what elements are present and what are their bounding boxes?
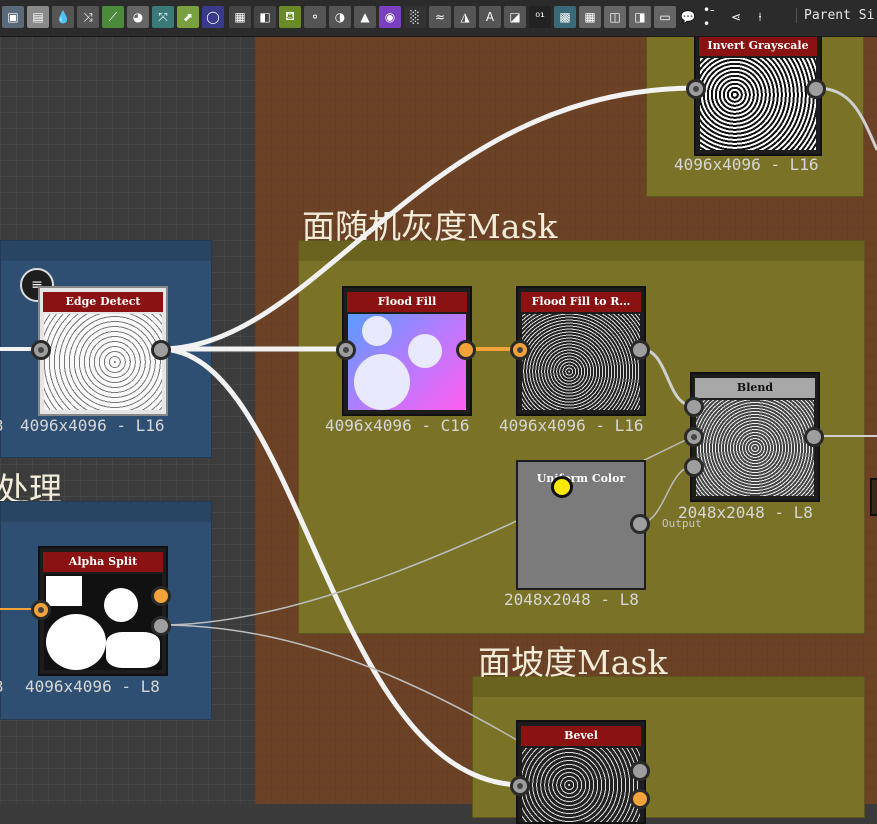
gradient-icon[interactable]: ⬈ (177, 6, 199, 28)
node-resolution: 3 (0, 677, 4, 696)
frame-title-slope: 面坡度Mask (478, 643, 668, 682)
collapsed-node-edge[interactable] (870, 478, 877, 516)
port-edge-input[interactable] (31, 340, 51, 360)
port-uniform-output[interactable] (630, 514, 650, 534)
port-flood-output[interactable] (456, 340, 476, 360)
share-icon[interactable]: ⋖ (727, 7, 745, 27)
node-thumbnail (522, 314, 640, 410)
port-invert-output[interactable] (806, 79, 826, 99)
contrast-icon[interactable]: ◑ (329, 6, 351, 28)
color-wheel-icon[interactable]: ◉ (379, 6, 401, 28)
frame-icon[interactable]: ◫ (604, 6, 626, 28)
comment-icon[interactable]: 💬 (679, 7, 697, 27)
circle-icon[interactable]: ◯ (202, 6, 224, 28)
output-label: Output (662, 517, 702, 530)
frame-title-random-gray: 面随机灰度Mask (302, 207, 558, 246)
node-invert-grayscale[interactable]: Invert Grayscale (694, 30, 822, 156)
window-icon[interactable]: ▭ (654, 6, 676, 28)
node-thumbnail (700, 58, 816, 150)
port-blend-opacity[interactable] (684, 457, 704, 477)
port-bevel-output-normal[interactable] (630, 789, 650, 809)
node-resolution: 2048x2048 - L8 (504, 590, 639, 609)
node-thumbnail (348, 314, 466, 410)
node-thumbnail (522, 748, 640, 822)
node-resolution: 4096x4096 - L16 (674, 155, 819, 174)
port-alpha-output-rgb[interactable] (151, 586, 171, 606)
node-blend[interactable]: Blend (690, 372, 820, 502)
dot-icon[interactable]: •-• (703, 3, 721, 31)
fill-icon[interactable]: ◪ (504, 6, 526, 28)
port-edge-output[interactable] (151, 340, 171, 360)
node-resolution: 4096x4096 - L8 (25, 677, 160, 696)
node-bevel[interactable]: Bevel (516, 720, 646, 824)
parent-size-label[interactable]: Parent Si (796, 8, 874, 23)
drop-icon[interactable]: 💧 (52, 6, 74, 28)
port-ffr-input[interactable] (510, 340, 530, 360)
bucket-icon[interactable]: ◧ (254, 6, 276, 28)
node-title: Blend (695, 378, 815, 398)
curve-icon[interactable]: ⟋ (102, 6, 124, 28)
tile-icon[interactable]: ▦ (579, 6, 601, 28)
node-thumbnail (44, 574, 162, 670)
shuffle-icon[interactable]: ⤨ (77, 6, 99, 28)
transform-icon[interactable]: ⤧ (152, 6, 174, 28)
node-title: Uniform Color (536, 472, 626, 485)
node-flood-fill-to-random[interactable]: Flood Fill to R… (516, 286, 646, 416)
node-resolution: 3 (0, 416, 4, 435)
pin-icon[interactable]: ⍿ (751, 7, 769, 27)
node-resolution: 4096x4096 - C16 (325, 416, 470, 435)
grid-icon[interactable]: ▦ (229, 6, 251, 28)
mirror-icon[interactable]: ◮ (454, 6, 476, 28)
color-picker-dot[interactable] (551, 476, 573, 498)
node-thumbnail (44, 314, 162, 410)
node-uniform-color[interactable]: Uniform Color (516, 460, 646, 590)
warp-icon[interactable]: ≈ (429, 6, 451, 28)
port-blend-background[interactable] (684, 427, 704, 447)
node-title: Edge Detect (43, 292, 163, 312)
port-invert-input[interactable] (686, 79, 706, 99)
paint-icon[interactable]: ◕ (127, 6, 149, 28)
node-resolution: 4096x4096 - L16 (499, 416, 644, 435)
value-icon[interactable]: ⁰¹ (529, 6, 551, 28)
image-icon[interactable]: ▣ (2, 6, 24, 28)
bitmap-icon[interactable]: ▤ (27, 6, 49, 28)
watering-icon[interactable]: ⛾ (279, 6, 301, 28)
node-title: Flood Fill (347, 292, 467, 312)
port-ffr-output[interactable] (630, 340, 650, 360)
port-flood-input[interactable] (336, 340, 356, 360)
node-thumbnail (696, 400, 814, 496)
node-edge-detect[interactable]: Edge Detect (38, 286, 168, 416)
node-flood-fill[interactable]: Flood Fill (342, 286, 472, 416)
noise-icon[interactable]: ░ (404, 6, 426, 28)
node-title: Flood Fill to R… (521, 292, 641, 312)
port-blend-output[interactable] (804, 427, 824, 447)
text-icon[interactable]: A (479, 6, 501, 28)
node-title: Alpha Split (43, 552, 163, 572)
slider-icon[interactable]: ⚬ (304, 6, 326, 28)
toolbar: Parent Si ▣ ▤ 💧 ⤨ ⟋ ◕ ⤧ ⬈ ◯ ▦ ◧ ⛾ ⚬ ◑ ▲ ◉ ░ ≈ ◮ A ◪ ⁰¹ ▩ ▦ ◫ ◨ ▭ 💬 •… (0, 0, 877, 37)
port-alpha-input[interactable] (31, 600, 51, 620)
histogram-icon[interactable]: ▲ (354, 6, 376, 28)
node-alpha-split[interactable]: Alpha Split (38, 546, 168, 676)
node-title: Bevel (521, 726, 641, 746)
port-bevel-output-height[interactable] (630, 761, 650, 781)
node-resolution: 4096x4096 - L16 (20, 416, 165, 435)
pattern-icon[interactable]: ▩ (554, 6, 576, 28)
port-bevel-input[interactable] (510, 776, 530, 796)
node-title: Invert Grayscale (699, 36, 817, 56)
graph-icon[interactable]: ◨ (629, 6, 651, 28)
port-alpha-output-alpha[interactable] (151, 616, 171, 636)
port-blend-foreground[interactable] (684, 397, 704, 417)
